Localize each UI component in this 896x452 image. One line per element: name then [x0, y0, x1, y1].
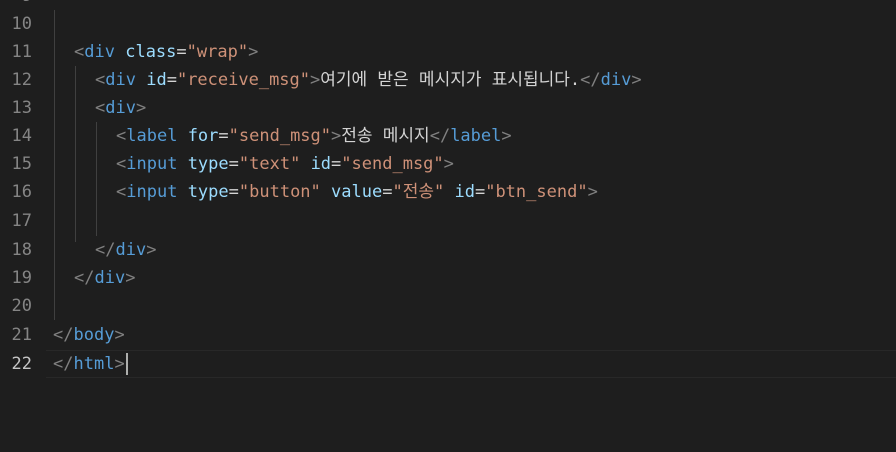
code-line: <label for="send_msg">전송 메시지</label> — [116, 126, 512, 146]
code-text-area[interactable]: <div class="wrap"> <div id="receive_msg"… — [0, 0, 896, 452]
code-line: <input type="button" value="전송" id="btn_… — [116, 182, 598, 202]
code-line: </body> — [53, 325, 125, 345]
code-line: </div> — [95, 240, 157, 260]
code-line: <input type="text" id="send_msg"> — [116, 154, 454, 174]
code-line: </div> — [74, 268, 136, 288]
code-line: <div id="receive_msg">여기에 받은 메시지가 표시됩니다.… — [95, 70, 642, 90]
code-line-active: </html> — [53, 354, 125, 374]
code-editor[interactable]: 9 10 11 12 13 14 15 16 17 18 19 20 21 22… — [0, 0, 896, 452]
code-line: <div> — [95, 98, 147, 118]
text-cursor — [126, 353, 128, 375]
code-line: <div class="wrap"> — [74, 42, 259, 62]
